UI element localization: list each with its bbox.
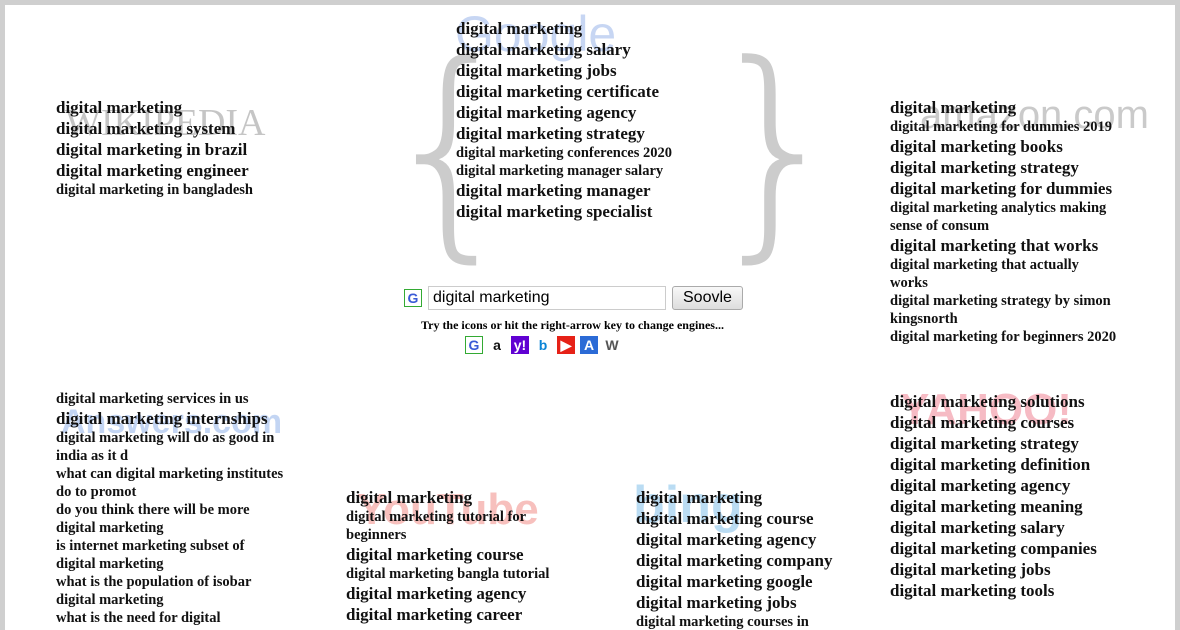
- suggestion-item[interactable]: digital marketing jobs: [456, 60, 681, 81]
- engine-icons: Ga y! b ▶ A W: [465, 336, 621, 354]
- suggestion-item[interactable]: digital marketing will do as good in ind…: [56, 429, 286, 465]
- suggestion-item[interactable]: do you think there will be more digital …: [56, 501, 286, 537]
- google-engine-icon[interactable]: G: [465, 336, 483, 354]
- suggestion-item[interactable]: digital marketing for dummies 2019: [890, 118, 1118, 136]
- yahoo-suggestions: digital marketing solutions digital marke…: [890, 391, 1130, 601]
- suggestion-item[interactable]: digital marketing engineer: [56, 160, 296, 181]
- yahoo-engine-icon[interactable]: y!: [511, 336, 529, 354]
- suggestion-item[interactable]: digital marketing agency: [456, 102, 681, 123]
- suggestion-item[interactable]: digital marketing in bangladesh: [56, 181, 296, 199]
- suggestion-item[interactable]: digital marketing tutorial for beginners: [346, 508, 561, 544]
- suggestion-item[interactable]: digital marketing strategy: [890, 433, 1130, 454]
- suggestion-item[interactable]: digital marketing: [346, 487, 561, 508]
- right-brace: }: [703, 16, 850, 283]
- suggestion-item[interactable]: digital marketing course: [346, 544, 561, 565]
- suggestion-item[interactable]: digital marketing for dummies: [890, 178, 1118, 199]
- wikipedia-engine-icon[interactable]: W: [603, 336, 621, 354]
- youtube-engine-icon[interactable]: ▶: [557, 336, 575, 354]
- search-input[interactable]: [428, 286, 666, 310]
- suggestion-item[interactable]: digital marketing strategy: [456, 123, 681, 144]
- youtube-suggestions: digital marketing digital marketing tutor…: [346, 487, 561, 625]
- suggestion-item[interactable]: digital marketing agency: [346, 583, 561, 604]
- suggestion-item[interactable]: digital marketing: [890, 97, 1118, 118]
- suggestion-item[interactable]: digital marketing that works: [890, 235, 1118, 256]
- suggestion-item[interactable]: digital marketing google: [636, 571, 861, 592]
- wikipedia-suggestions: digital marketing digital marketing syste…: [56, 97, 296, 199]
- search-bar: G Soovle: [404, 286, 743, 310]
- soovle-page: { } Google WIKIPEDIA amazon.com YAHOO! A…: [5, 5, 1175, 630]
- suggestion-item[interactable]: digital marketing jobs: [636, 592, 861, 613]
- suggestion-item[interactable]: digital marketing salary: [890, 517, 1130, 538]
- suggestion-item[interactable]: digital marketing conferences 2020: [456, 144, 681, 162]
- suggestion-item[interactable]: digital marketing companies: [890, 538, 1130, 559]
- suggestion-item[interactable]: digital marketing courses: [890, 412, 1130, 433]
- suggestion-item[interactable]: digital marketing jobs: [890, 559, 1130, 580]
- suggestion-item[interactable]: digital marketing tools: [890, 580, 1130, 601]
- suggestion-item[interactable]: digital marketing that actually works: [890, 256, 1118, 292]
- suggestion-item[interactable]: digital marketing system: [56, 118, 296, 139]
- suggestion-item[interactable]: digital marketing salary: [456, 39, 681, 60]
- answers-engine-icon[interactable]: A: [580, 336, 598, 354]
- bing-engine-icon[interactable]: b: [534, 336, 552, 354]
- suggestion-item[interactable]: digital marketing internships: [56, 408, 286, 429]
- suggestion-item[interactable]: digital marketing analytics making sense…: [890, 199, 1118, 235]
- suggestion-item[interactable]: what is the population of isobar digital…: [56, 573, 286, 609]
- suggestion-item[interactable]: digital marketing agency: [890, 475, 1130, 496]
- suggestion-item[interactable]: what can digital marketing institutes do…: [56, 465, 286, 501]
- amazon-suggestions: digital marketing digital marketing for d…: [890, 97, 1118, 346]
- suggestion-item[interactable]: digital marketing meaning: [890, 496, 1130, 517]
- suggestion-item[interactable]: digital marketing courses in: [636, 613, 861, 630]
- suggestion-item[interactable]: digital marketing: [636, 487, 861, 508]
- soovle-button[interactable]: Soovle: [672, 286, 743, 310]
- answers-suggestions: digital marketing services in us digital …: [56, 390, 286, 627]
- suggestion-item[interactable]: digital marketing career: [346, 604, 561, 625]
- suggestion-item[interactable]: digital marketing: [456, 18, 681, 39]
- suggestion-item[interactable]: digital marketing strategy: [890, 157, 1118, 178]
- suggestion-item[interactable]: digital marketing course: [636, 508, 861, 529]
- suggestion-item[interactable]: digital marketing manager salary: [456, 162, 681, 180]
- bing-suggestions: digital marketing digital marketing cours…: [636, 487, 861, 630]
- suggestion-item[interactable]: digital marketing agency: [636, 529, 861, 550]
- suggestion-item[interactable]: digital marketing company: [636, 550, 861, 571]
- current-engine-google-icon[interactable]: G: [404, 289, 422, 307]
- suggestion-item[interactable]: is internet marketing subset of digital …: [56, 537, 286, 573]
- google-suggestions: digital marketing digital marketing salar…: [456, 18, 681, 222]
- amazon-engine-icon[interactable]: a: [488, 336, 506, 354]
- suggestion-item[interactable]: digital marketing certificate: [456, 81, 681, 102]
- suggestion-item[interactable]: digital marketing solutions: [890, 391, 1130, 412]
- suggestion-item[interactable]: digital marketing manager: [456, 180, 681, 201]
- suggestion-item[interactable]: digital marketing in brazil: [56, 139, 296, 160]
- suggestion-item[interactable]: digital marketing: [56, 97, 296, 118]
- suggestion-item[interactable]: digital marketing specialist: [456, 201, 681, 222]
- suggestion-item[interactable]: digital marketing definition: [890, 454, 1130, 475]
- engine-hint: Try the icons or hit the right-arrow key…: [421, 318, 724, 332]
- suggestion-item[interactable]: what is the need for digital: [56, 609, 286, 627]
- suggestion-item[interactable]: digital marketing services in us: [56, 390, 286, 408]
- suggestion-item[interactable]: digital marketing bangla tutorial: [346, 565, 561, 583]
- suggestion-item[interactable]: digital marketing books: [890, 136, 1118, 157]
